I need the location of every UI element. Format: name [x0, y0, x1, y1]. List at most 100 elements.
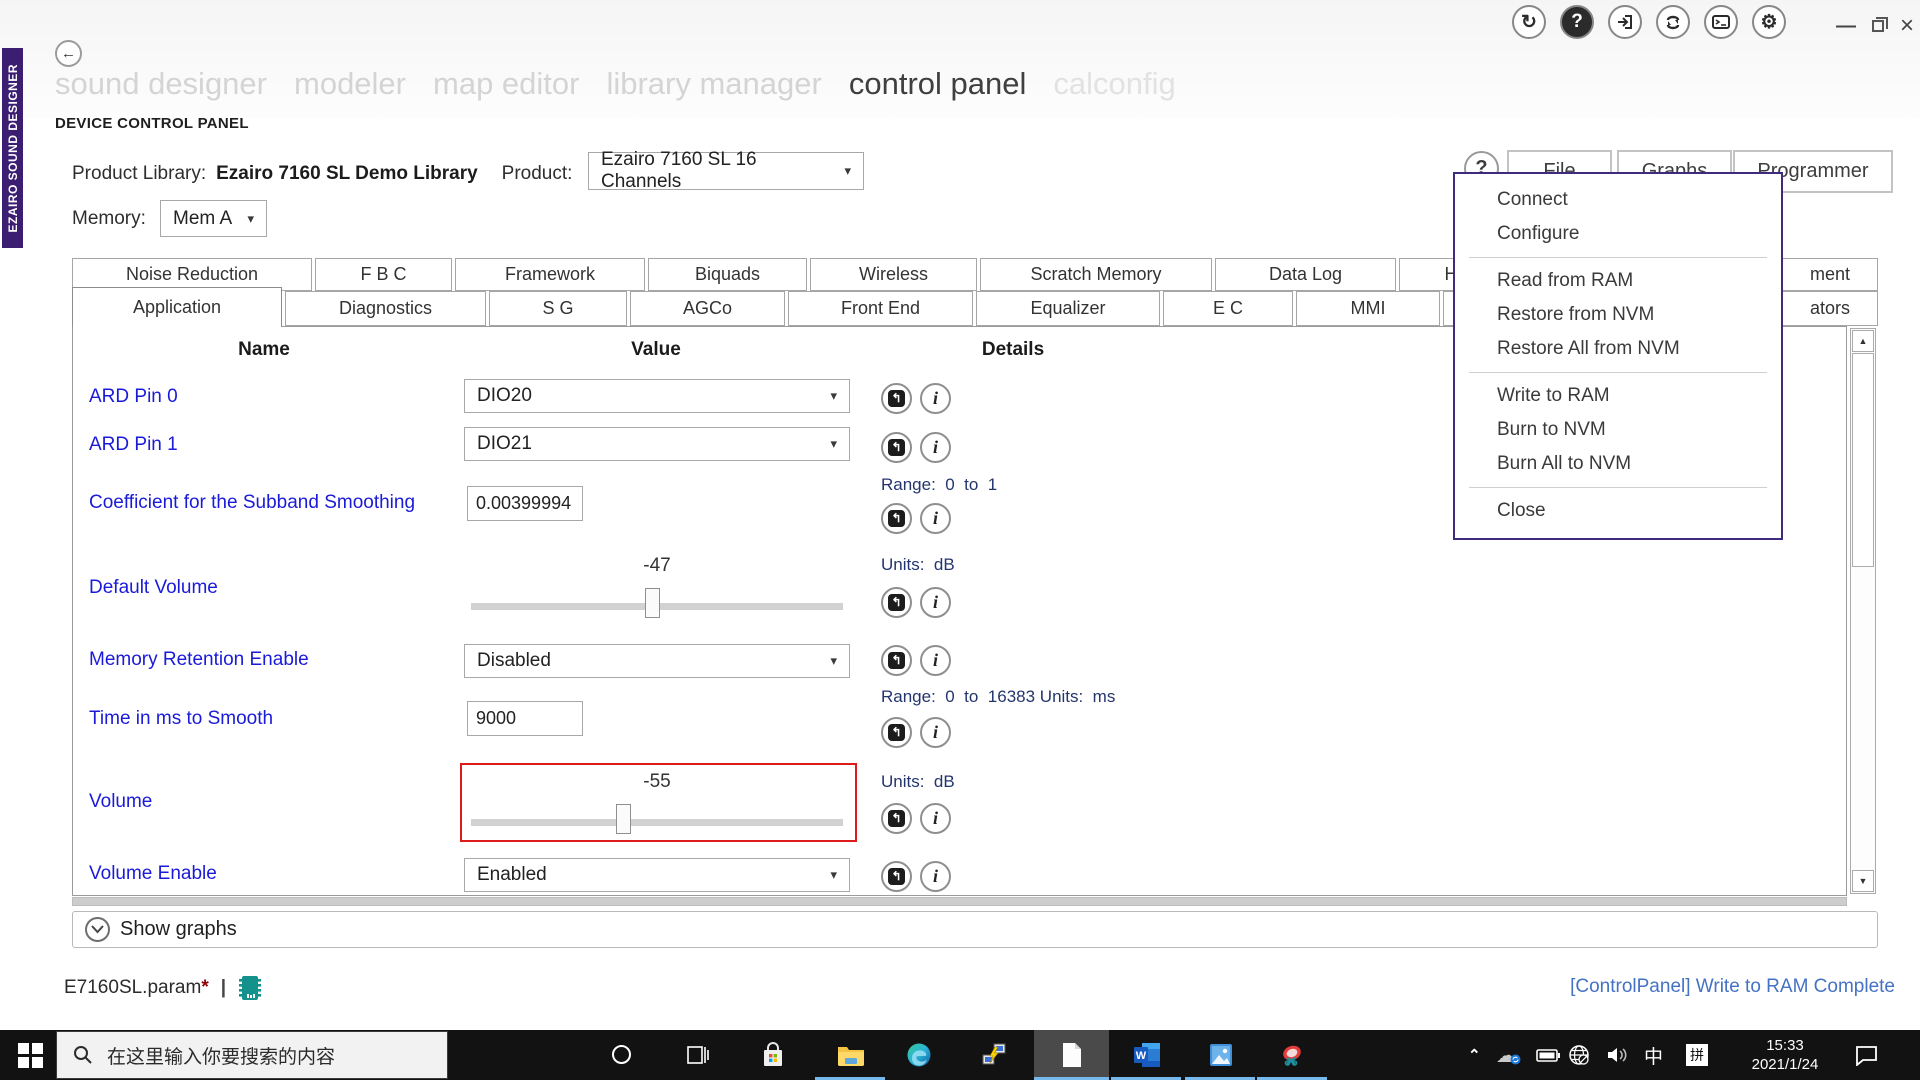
scroll-down-button[interactable]: ▼ — [1852, 870, 1874, 892]
menu-item-burn-to-nvm[interactable]: Burn to NVM — [1455, 413, 1781, 447]
nav-modeler[interactable]: modeler — [294, 66, 406, 102]
document-app-button[interactable] — [1034, 1030, 1109, 1080]
scrollbar-thumb[interactable] — [1852, 353, 1874, 567]
media-app-button[interactable] — [1255, 1030, 1330, 1080]
onedrive-icon[interactable]: ☁ — [1496, 1030, 1521, 1080]
tab-biquads[interactable]: Biquads — [648, 258, 807, 291]
param-name-time-smooth[interactable]: Time in ms to Smooth — [89, 708, 273, 730]
edge-button[interactable] — [881, 1030, 956, 1080]
tab-diagnostics[interactable]: Diagnostics — [285, 291, 486, 326]
param-name-coefficient[interactable]: Coefficient for the Subband Smoothing — [89, 492, 415, 514]
info-icon[interactable]: i — [920, 383, 951, 414]
param-name-ard-pin-0[interactable]: ARD Pin 0 — [89, 386, 178, 408]
action-center-button[interactable] — [1855, 1030, 1878, 1080]
default-volume-slider[interactable]: -47 — [471, 555, 843, 619]
tab-scratch-memory[interactable]: Scratch Memory — [980, 258, 1212, 291]
refresh-icon[interactable]: ↻ — [1512, 5, 1546, 39]
tab-ec[interactable]: E C — [1163, 291, 1293, 326]
nav-control-panel[interactable]: control panel — [849, 66, 1027, 102]
nav-library-manager[interactable]: library manager — [606, 66, 821, 102]
undo-icon[interactable]: ↰ — [881, 803, 912, 834]
info-icon[interactable]: i — [920, 645, 951, 676]
memory-retention-dropdown[interactable]: Disabled▾ — [464, 644, 850, 678]
menu-item-burn-all-to-nvm[interactable]: Burn All to NVM — [1455, 447, 1781, 481]
show-graphs-bar[interactable]: Show graphs — [72, 911, 1878, 948]
task-view-button[interactable] — [660, 1030, 735, 1080]
volume-icon[interactable] — [1606, 1030, 1630, 1080]
tab-mmi[interactable]: MMI — [1296, 291, 1440, 326]
param-name-memory-retention[interactable]: Memory Retention Enable — [89, 649, 309, 671]
file-explorer-button[interactable] — [813, 1030, 888, 1080]
undo-icon[interactable]: ↰ — [881, 503, 912, 534]
store-button[interactable] — [735, 1030, 810, 1080]
console-icon[interactable] — [1704, 5, 1738, 39]
sidebar-app-tab[interactable]: EZAIRO SOUND DESIGNER — [2, 48, 23, 248]
network-icon[interactable] — [1568, 1030, 1590, 1080]
tab-data-log[interactable]: Data Log — [1215, 258, 1396, 291]
tab-front-end[interactable]: Front End — [788, 291, 973, 326]
signin-icon[interactable] — [1608, 5, 1642, 39]
tab-equalizer[interactable]: Equalizer — [976, 291, 1160, 326]
info-icon[interactable]: i — [920, 503, 951, 534]
memory-select[interactable]: Mem A ▾ — [160, 200, 267, 237]
undo-icon[interactable]: ↰ — [881, 645, 912, 676]
info-icon[interactable]: i — [920, 861, 951, 892]
restore-icon[interactable] — [1872, 20, 1884, 32]
menu-item-read-from-ram[interactable]: Read from RAM — [1455, 264, 1781, 298]
tab-fbc[interactable]: F B C — [315, 258, 452, 291]
nav-map-editor[interactable]: map editor — [433, 66, 579, 102]
cortana-button[interactable] — [612, 1045, 631, 1064]
info-icon[interactable]: i — [920, 717, 951, 748]
taskbar-clock[interactable]: 15:33 2021/1/24 — [1737, 1036, 1833, 1074]
tab-partial-ators[interactable]: ators — [1782, 291, 1878, 326]
sync-icon[interactable] — [1656, 5, 1690, 39]
volume-enable-dropdown[interactable]: Enabled▾ — [464, 858, 850, 892]
minimize-icon[interactable]: — — [1836, 15, 1856, 38]
undo-icon[interactable]: ↰ — [881, 432, 912, 463]
start-button[interactable] — [18, 1043, 44, 1069]
ard-pin-1-dropdown[interactable]: DIO21▾ — [464, 427, 850, 461]
nav-calconfig[interactable]: calconfig — [1053, 66, 1175, 102]
flash-tool-button[interactable] — [956, 1030, 1031, 1080]
info-icon[interactable]: i — [920, 803, 951, 834]
menu-item-restore-all-from-nvm[interactable]: Restore All from NVM — [1455, 332, 1781, 366]
tray-chevron[interactable]: ⌃ — [1468, 1030, 1481, 1080]
scroll-up-button[interactable]: ▲ — [1852, 330, 1874, 352]
back-button[interactable]: ← — [55, 40, 82, 67]
coefficient-input[interactable]: 0.00399994 — [467, 486, 583, 521]
menu-item-close[interactable]: Close — [1455, 494, 1781, 528]
help-icon[interactable]: ? — [1560, 5, 1594, 39]
tab-framework[interactable]: Framework — [455, 258, 645, 291]
word-button[interactable]: W — [1109, 1030, 1184, 1080]
info-icon[interactable]: i — [920, 587, 951, 618]
vertical-scrollbar[interactable]: ▲ ▼ — [1850, 328, 1876, 894]
param-name-ard-pin-1[interactable]: ARD Pin 1 — [89, 434, 178, 456]
menu-item-connect[interactable]: Connect — [1455, 183, 1781, 217]
info-icon[interactable]: i — [920, 432, 951, 463]
tab-sg[interactable]: S G — [489, 291, 627, 326]
tab-application[interactable]: Application — [72, 287, 282, 327]
param-name-volume[interactable]: Volume — [89, 791, 152, 813]
battery-icon[interactable] — [1536, 1030, 1560, 1080]
product-select[interactable]: Ezairo 7160 SL 16 Channels ▾ — [588, 152, 864, 190]
chip-icon[interactable] — [238, 974, 262, 1002]
tab-partial-ment[interactable]: ment — [1782, 258, 1878, 291]
time-smooth-input[interactable]: 9000 — [467, 701, 583, 736]
undo-icon[interactable]: ↰ — [881, 587, 912, 618]
param-name-default-volume[interactable]: Default Volume — [89, 577, 218, 599]
close-icon[interactable]: × — [1900, 12, 1914, 40]
menu-item-restore-from-nvm[interactable]: Restore from NVM — [1455, 298, 1781, 332]
slider-track[interactable] — [471, 819, 843, 826]
tab-agco[interactable]: AGCo — [630, 291, 785, 326]
volume-slider[interactable]: -55 — [471, 771, 843, 835]
nav-sound-designer[interactable]: sound designer — [55, 66, 267, 102]
tab-wireless[interactable]: Wireless — [810, 258, 977, 291]
menu-item-configure[interactable]: Configure — [1455, 217, 1781, 251]
horizontal-scrollbar[interactable] — [72, 897, 1847, 906]
undo-icon[interactable]: ↰ — [881, 861, 912, 892]
ard-pin-0-dropdown[interactable]: DIO20▾ — [464, 379, 850, 413]
param-name-volume-enable[interactable]: Volume Enable — [89, 863, 217, 885]
slider-thumb[interactable] — [616, 804, 631, 834]
taskbar-search[interactable]: 在这里输入你要搜索的内容 — [56, 1031, 448, 1079]
undo-icon[interactable]: ↰ — [881, 383, 912, 414]
